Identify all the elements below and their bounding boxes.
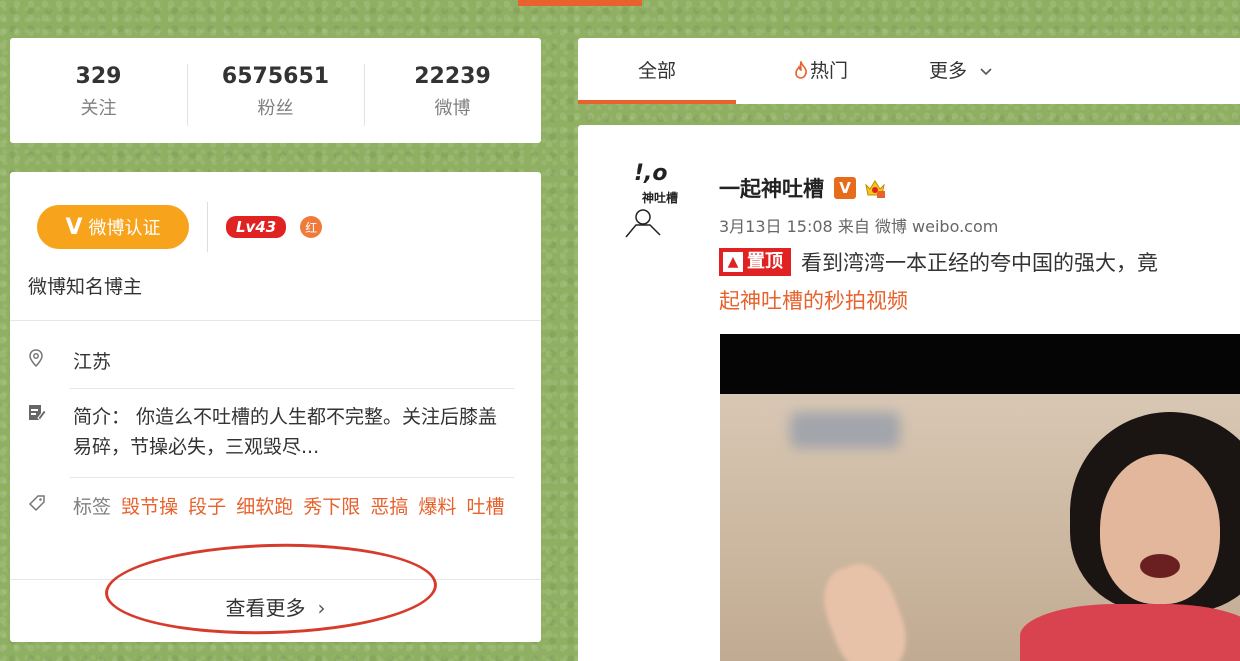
crown-member-icon[interactable] bbox=[864, 177, 886, 199]
post-header: 一起神吐槽 V bbox=[719, 173, 886, 203]
video-player[interactable] bbox=[720, 334, 1240, 661]
tag-link[interactable]: 爆料 bbox=[418, 496, 456, 518]
pin-up-icon: ▲ bbox=[723, 252, 743, 272]
tag-link[interactable]: 段子 bbox=[188, 496, 226, 518]
post-meta: 3月13日 15:08 来自 微博 weibo.com bbox=[719, 213, 998, 237]
stat-followers-label: 粉丝 bbox=[257, 97, 294, 119]
chevron-down-icon bbox=[980, 68, 992, 76]
stat-posts-label: 微博 bbox=[434, 97, 471, 119]
location-text: 江苏 bbox=[73, 351, 112, 373]
stat-posts[interactable]: 22239 微博 bbox=[364, 62, 541, 126]
intro-text: 简介： 你造么不吐槽的人生都不完整。关注后膝盖易碎，节操必失，三观毁尽... bbox=[73, 406, 498, 458]
stat-followers[interactable]: 6575651 粉丝 bbox=[187, 62, 364, 126]
flame-icon bbox=[795, 59, 807, 79]
stat-followers-count: 6575651 bbox=[221, 63, 330, 89]
stat-following-label: 关注 bbox=[80, 97, 117, 119]
feed-tabs: 全部 热门 更多 bbox=[578, 38, 1240, 104]
divider bbox=[70, 477, 514, 478]
post-source-prefix: 来自 bbox=[837, 217, 870, 236]
avatar-text: !,o bbox=[634, 161, 668, 186]
video-person-body bbox=[1020, 604, 1240, 661]
tags-list: 标签 毁节操 段子 细软跑 秀下限 恶搞 爆料 吐槽 bbox=[73, 492, 514, 522]
tag-link[interactable]: 吐槽 bbox=[466, 496, 504, 518]
pinned-badge: ▲ 置顶 bbox=[719, 248, 791, 276]
avatar-figure-icon bbox=[625, 209, 661, 238]
profile-stats-card: 329 关注 6575651 粉丝 22239 微博 bbox=[10, 38, 541, 143]
divider bbox=[10, 320, 541, 321]
divider bbox=[70, 388, 514, 389]
tag-icon bbox=[28, 492, 73, 522]
profile-info-card: V 微博认证 Lv43 红 微博知名博主 江苏 简介： 你造么不吐槽的人生都不完… bbox=[10, 172, 541, 642]
intro-row: 简介： 你造么不吐槽的人生都不完整。关注后膝盖易碎，节操必失，三观毁尽... bbox=[28, 402, 514, 462]
weibo-verified-button[interactable]: V 微博认证 bbox=[37, 205, 189, 249]
avatar[interactable]: !,o 神吐槽 bbox=[618, 159, 686, 239]
video-frame bbox=[720, 394, 1240, 661]
tag-link[interactable]: 秀下限 bbox=[303, 496, 360, 518]
post-source[interactable]: 微博 weibo.com bbox=[875, 217, 998, 236]
location-row: 江苏 bbox=[28, 347, 514, 377]
top-nav-active-indicator bbox=[518, 0, 642, 6]
tab-more-label: 更多 bbox=[928, 60, 967, 82]
stat-posts-count: 22239 bbox=[414, 63, 491, 89]
verification-text: 微博知名博主 bbox=[28, 276, 143, 298]
tag-link[interactable]: 毁节操 bbox=[121, 496, 178, 518]
badge-divider bbox=[207, 202, 208, 252]
stat-following[interactable]: 329 关注 bbox=[10, 62, 187, 120]
red-member-icon[interactable]: 红 bbox=[300, 216, 323, 238]
video-person-face bbox=[1100, 454, 1220, 604]
edit-note-icon bbox=[28, 402, 73, 462]
video-person-mouth bbox=[1140, 554, 1180, 578]
post-time[interactable]: 3月13日 15:08 bbox=[719, 217, 833, 236]
post-username[interactable]: 一起神吐槽 bbox=[719, 173, 824, 203]
video-hand bbox=[813, 555, 917, 661]
tab-hot[interactable]: 热门 bbox=[736, 38, 906, 104]
verified-v-icon: V bbox=[65, 214, 83, 240]
tab-all[interactable]: 全部 bbox=[578, 38, 736, 104]
location-pin-icon bbox=[28, 347, 73, 377]
verified-badge-icon[interactable]: V bbox=[834, 177, 856, 199]
feed-card: !,o 神吐槽 一起神吐槽 V 3月13日 15:08 来自 微博 weibo.… bbox=[578, 125, 1240, 661]
avatar-subtext: 神吐槽 bbox=[642, 191, 679, 205]
annotation-circle bbox=[103, 539, 439, 639]
badge-row: V 微博认证 Lv43 红 bbox=[37, 202, 323, 252]
level-badge[interactable]: Lv43 bbox=[226, 216, 287, 238]
post-video-link[interactable]: 起神吐槽的秒拍视频 bbox=[719, 285, 908, 315]
tags-row: 标签 毁节操 段子 细软跑 秀下限 恶搞 爆料 吐槽 bbox=[28, 492, 514, 522]
post-text: ▲ 置顶 看到湾湾一本正经的夸中国的强大，竟 bbox=[719, 247, 1158, 277]
pinned-label: 置顶 bbox=[747, 251, 783, 272]
weibo-verified-label: 微博认证 bbox=[88, 218, 161, 239]
tag-link[interactable]: 细软跑 bbox=[236, 496, 293, 518]
blurred-caption bbox=[790, 412, 900, 448]
tag-link[interactable]: 恶搞 bbox=[370, 496, 408, 518]
tab-hot-label: 热门 bbox=[809, 60, 848, 82]
post-text-line1: 看到湾湾一本正经的夸中国的强大，竟 bbox=[801, 251, 1158, 275]
tab-more[interactable]: 更多 bbox=[906, 38, 1016, 104]
stat-following-count: 329 bbox=[75, 63, 122, 89]
tags-label: 标签 bbox=[73, 496, 112, 518]
